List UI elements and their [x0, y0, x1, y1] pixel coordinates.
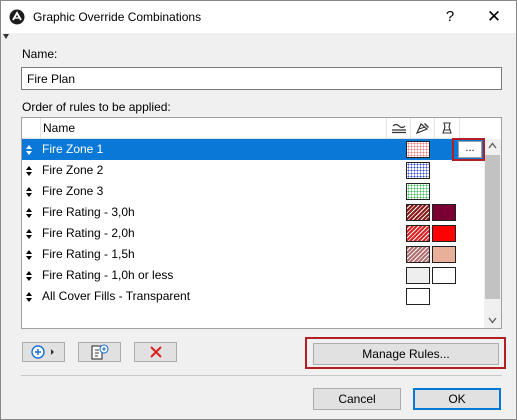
- scroll-thumb[interactable]: [485, 155, 500, 299]
- name-field[interactable]: [21, 67, 502, 90]
- name-label: Name:: [22, 47, 58, 61]
- reorder-handle-icon[interactable]: [24, 289, 34, 304]
- help-button[interactable]: ?: [433, 5, 467, 29]
- rule-row[interactable]: Fire Rating - 2,0h: [22, 223, 484, 244]
- rules-list-scrollbar[interactable]: [484, 139, 501, 328]
- rule-name: Fire Zone 2: [42, 163, 104, 177]
- rule-row[interactable]: Fire Rating - 1,5h: [22, 244, 484, 265]
- fill-swatch[interactable]: [406, 141, 430, 158]
- background-swatch[interactable]: [432, 246, 456, 263]
- reorder-handle-icon[interactable]: [24, 184, 34, 199]
- rule-row[interactable]: Fire Zone 1...: [22, 139, 484, 160]
- add-circle-icon: [30, 345, 54, 359]
- reorder-handle-icon[interactable]: [24, 226, 34, 241]
- import-rule-icon: [90, 344, 109, 360]
- title-bar: Graphic Override Combinations ? ✕: [1, 1, 516, 33]
- rules-rows: Fire Zone 1... Fire Zone 2 Fire Zone 3 Fire…: [22, 139, 484, 307]
- scroll-down-arrow-icon[interactable]: [488, 317, 497, 324]
- rule-name: Fire Rating - 2,0h: [42, 226, 135, 240]
- window-title: Graphic Override Combinations: [33, 10, 202, 24]
- graphic-override-combinations-dialog: Graphic Override Combinations ? ✕ Name: …: [0, 0, 517, 420]
- fill-swatch[interactable]: [406, 183, 430, 200]
- fill-swatch[interactable]: [406, 204, 430, 221]
- column-header-line[interactable]: [386, 118, 410, 138]
- footer-separator: [21, 375, 502, 376]
- column-header-fill[interactable]: [410, 118, 434, 138]
- archicad-app-icon: [9, 9, 25, 25]
- fill-swatch[interactable]: [406, 246, 430, 263]
- cancel-button[interactable]: Cancel: [313, 388, 401, 410]
- rules-list-header: Name: [22, 118, 484, 139]
- scroll-up-arrow-icon[interactable]: [488, 142, 497, 149]
- column-header-background[interactable]: [434, 118, 460, 138]
- rules-order-label: Order of rules to be applied:: [22, 100, 171, 114]
- rule-row[interactable]: All Cover Fills - Transparent: [22, 286, 484, 307]
- annotation-highlight-manage: [305, 337, 506, 369]
- ok-button[interactable]: OK: [413, 388, 501, 410]
- rule-name: Fire Zone 1: [42, 142, 104, 156]
- fill-swatch[interactable]: [406, 162, 430, 179]
- add-rule-button[interactable]: [22, 342, 65, 362]
- delete-rule-button[interactable]: [134, 342, 177, 362]
- rule-row[interactable]: Fire Zone 3: [22, 181, 484, 202]
- rules-list[interactable]: Name Fire Zone 1... Fire Zone 2 Fire Zon…: [21, 117, 502, 329]
- rule-row[interactable]: Fire Rating - 3,0h: [22, 202, 484, 223]
- background-swatch[interactable]: [432, 267, 456, 284]
- reorder-handle-icon[interactable]: [24, 142, 34, 157]
- reorder-handle-icon[interactable]: [24, 268, 34, 283]
- rule-name: Fire Rating - 1,5h: [42, 247, 135, 261]
- reorder-handle-icon[interactable]: [24, 205, 34, 220]
- reorder-handle-icon[interactable]: [24, 163, 34, 178]
- background-swatch[interactable]: [432, 225, 456, 242]
- rule-name: Fire Rating - 1,0h or less: [42, 268, 174, 282]
- reorder-handle-icon[interactable]: [24, 247, 34, 262]
- rule-name: Fire Zone 3: [42, 184, 104, 198]
- import-rule-button[interactable]: [78, 342, 121, 362]
- rule-name: Fire Rating - 3,0h: [42, 205, 135, 219]
- rule-row[interactable]: Fire Zone 2: [22, 160, 484, 181]
- line-type-icon: [391, 123, 406, 134]
- delete-x-icon: [149, 346, 162, 358]
- fill-background-icon: [442, 122, 452, 134]
- fill-swatch[interactable]: [406, 225, 430, 242]
- background-swatch[interactable]: [432, 204, 456, 221]
- fill-swatch[interactable]: [406, 288, 430, 305]
- fill-pen-icon: [415, 123, 429, 135]
- close-button[interactable]: ✕: [475, 5, 513, 29]
- rule-name: All Cover Fills - Transparent: [42, 289, 191, 303]
- annotation-highlight-more: [452, 138, 485, 161]
- dialog-options-arrow-icon[interactable]: [3, 34, 9, 39]
- fill-swatch[interactable]: [406, 267, 430, 284]
- rule-row[interactable]: Fire Rating - 1,0h or less: [22, 265, 484, 286]
- column-header-name[interactable]: Name: [40, 118, 386, 138]
